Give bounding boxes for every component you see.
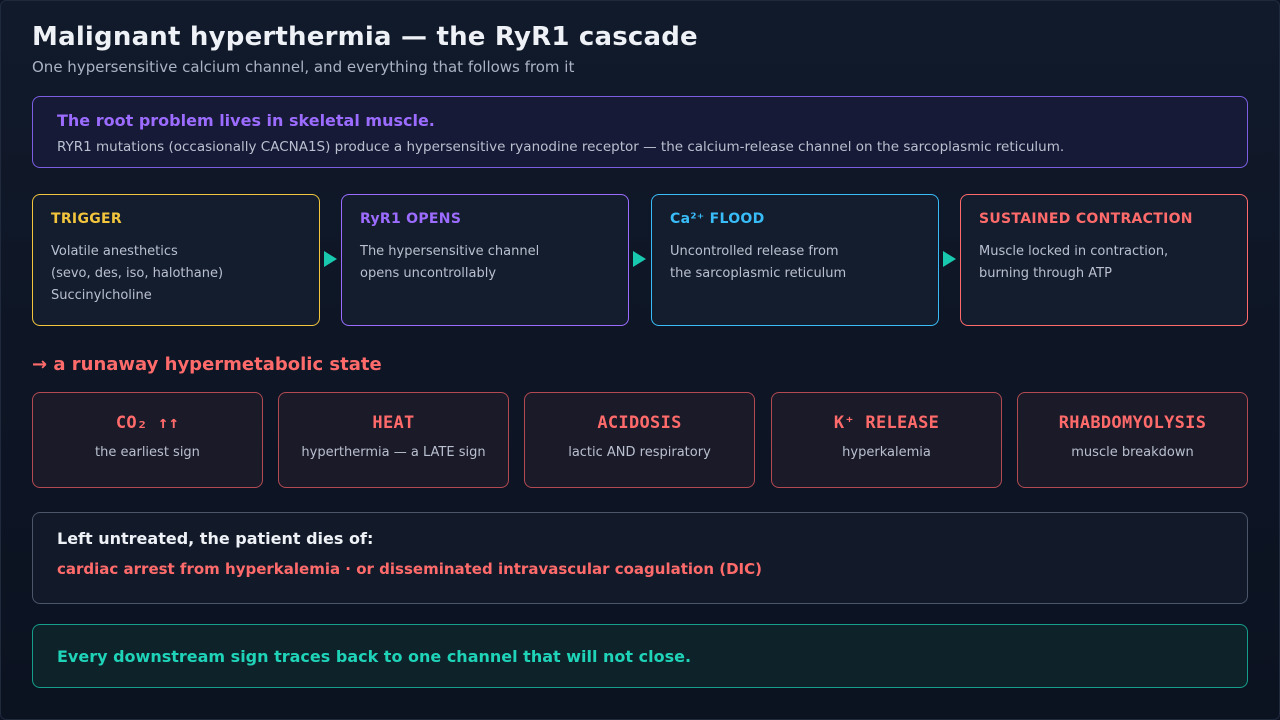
effect-description: hyperkalemia <box>842 445 931 460</box>
effect-name: ACIDOSIS <box>597 413 682 433</box>
effect-card-potassium-release: K⁺ RELEASE hyperkalemia <box>771 392 1002 488</box>
effect-name: HEAT <box>372 413 415 433</box>
cascade-step-ryr1-opens: RyR1 OPENS The hypersensitive channel op… <box>341 194 629 326</box>
cascade-step-label: TRIGGER <box>51 211 122 227</box>
effect-description: the earliest sign <box>95 445 200 460</box>
cascade-arrow-icon <box>633 251 646 267</box>
root-problem-text: RYR1 mutations (occasionally CACNA1S) pr… <box>57 139 1065 155</box>
effect-card-heat: HEAT hyperthermia — a LATE sign <box>278 392 509 488</box>
effect-card-co2: CO₂ ↑↑ the earliest sign <box>32 392 263 488</box>
cascade-step-body: Muscle locked in contraction, burning th… <box>979 244 1169 281</box>
effect-name: CO₂ ↑↑ <box>115 413 180 433</box>
outcome-heading: Left untreated, the patient dies of: <box>57 529 374 548</box>
effect-description: lactic AND respiratory <box>568 445 711 460</box>
effect-name: RHABDOMYOLYSIS <box>1058 413 1207 433</box>
effect-card-acidosis: ACIDOSIS lactic AND respiratory <box>524 392 755 488</box>
cascade-step-sustained-contraction: SUSTAINED CONTRACTION Muscle locked in c… <box>960 194 1248 326</box>
cascade-step-calcium-flood: Ca²⁺ FLOOD Uncontrolled release from the… <box>651 194 939 326</box>
outcome-text: cardiac arrest from hyperkalemia · or di… <box>57 560 762 578</box>
effect-description: muscle breakdown <box>1071 445 1194 460</box>
cascade-step-trigger: TRIGGER Volatile anesthetics (sevo, des,… <box>32 194 320 326</box>
untreated-outcome-box: Left untreated, the patient dies of: car… <box>32 512 1248 604</box>
cascade-step-label: SUSTAINED CONTRACTION <box>979 211 1193 227</box>
conclusion-box: Every downstream sign traces back to one… <box>32 624 1248 688</box>
effect-description: hyperthermia — a LATE sign <box>301 445 486 460</box>
cascade-step-label: Ca²⁺ FLOOD <box>670 211 765 227</box>
hypermetabolic-state-heading: → a runaway hypermetabolic state <box>32 354 382 375</box>
cascade-arrow-icon <box>943 251 956 267</box>
cascade-step-label: RyR1 OPENS <box>360 211 462 227</box>
page-title: Malignant hyperthermia — the RyR1 cascad… <box>32 22 698 52</box>
root-problem-heading: The root problem lives in skeletal muscl… <box>57 111 435 130</box>
page-subtitle: One hypersensitive calcium channel, and … <box>32 58 575 76</box>
effect-card-rhabdomyolysis: RHABDOMYOLYSIS muscle breakdown <box>1017 392 1248 488</box>
effect-name: K⁺ RELEASE <box>833 413 940 433</box>
cascade-arrow-icon <box>324 251 337 267</box>
conclusion-text: Every downstream sign traces back to one… <box>57 646 692 666</box>
root-problem-box: The root problem lives in skeletal muscl… <box>32 96 1248 168</box>
cascade-step-body: Uncontrolled release from the sarcoplasm… <box>670 244 847 281</box>
cascade-step-body: Volatile anesthetics (sevo, des, iso, ha… <box>51 244 224 303</box>
cascade-step-body: The hypersensitive channel opens uncontr… <box>360 244 540 281</box>
